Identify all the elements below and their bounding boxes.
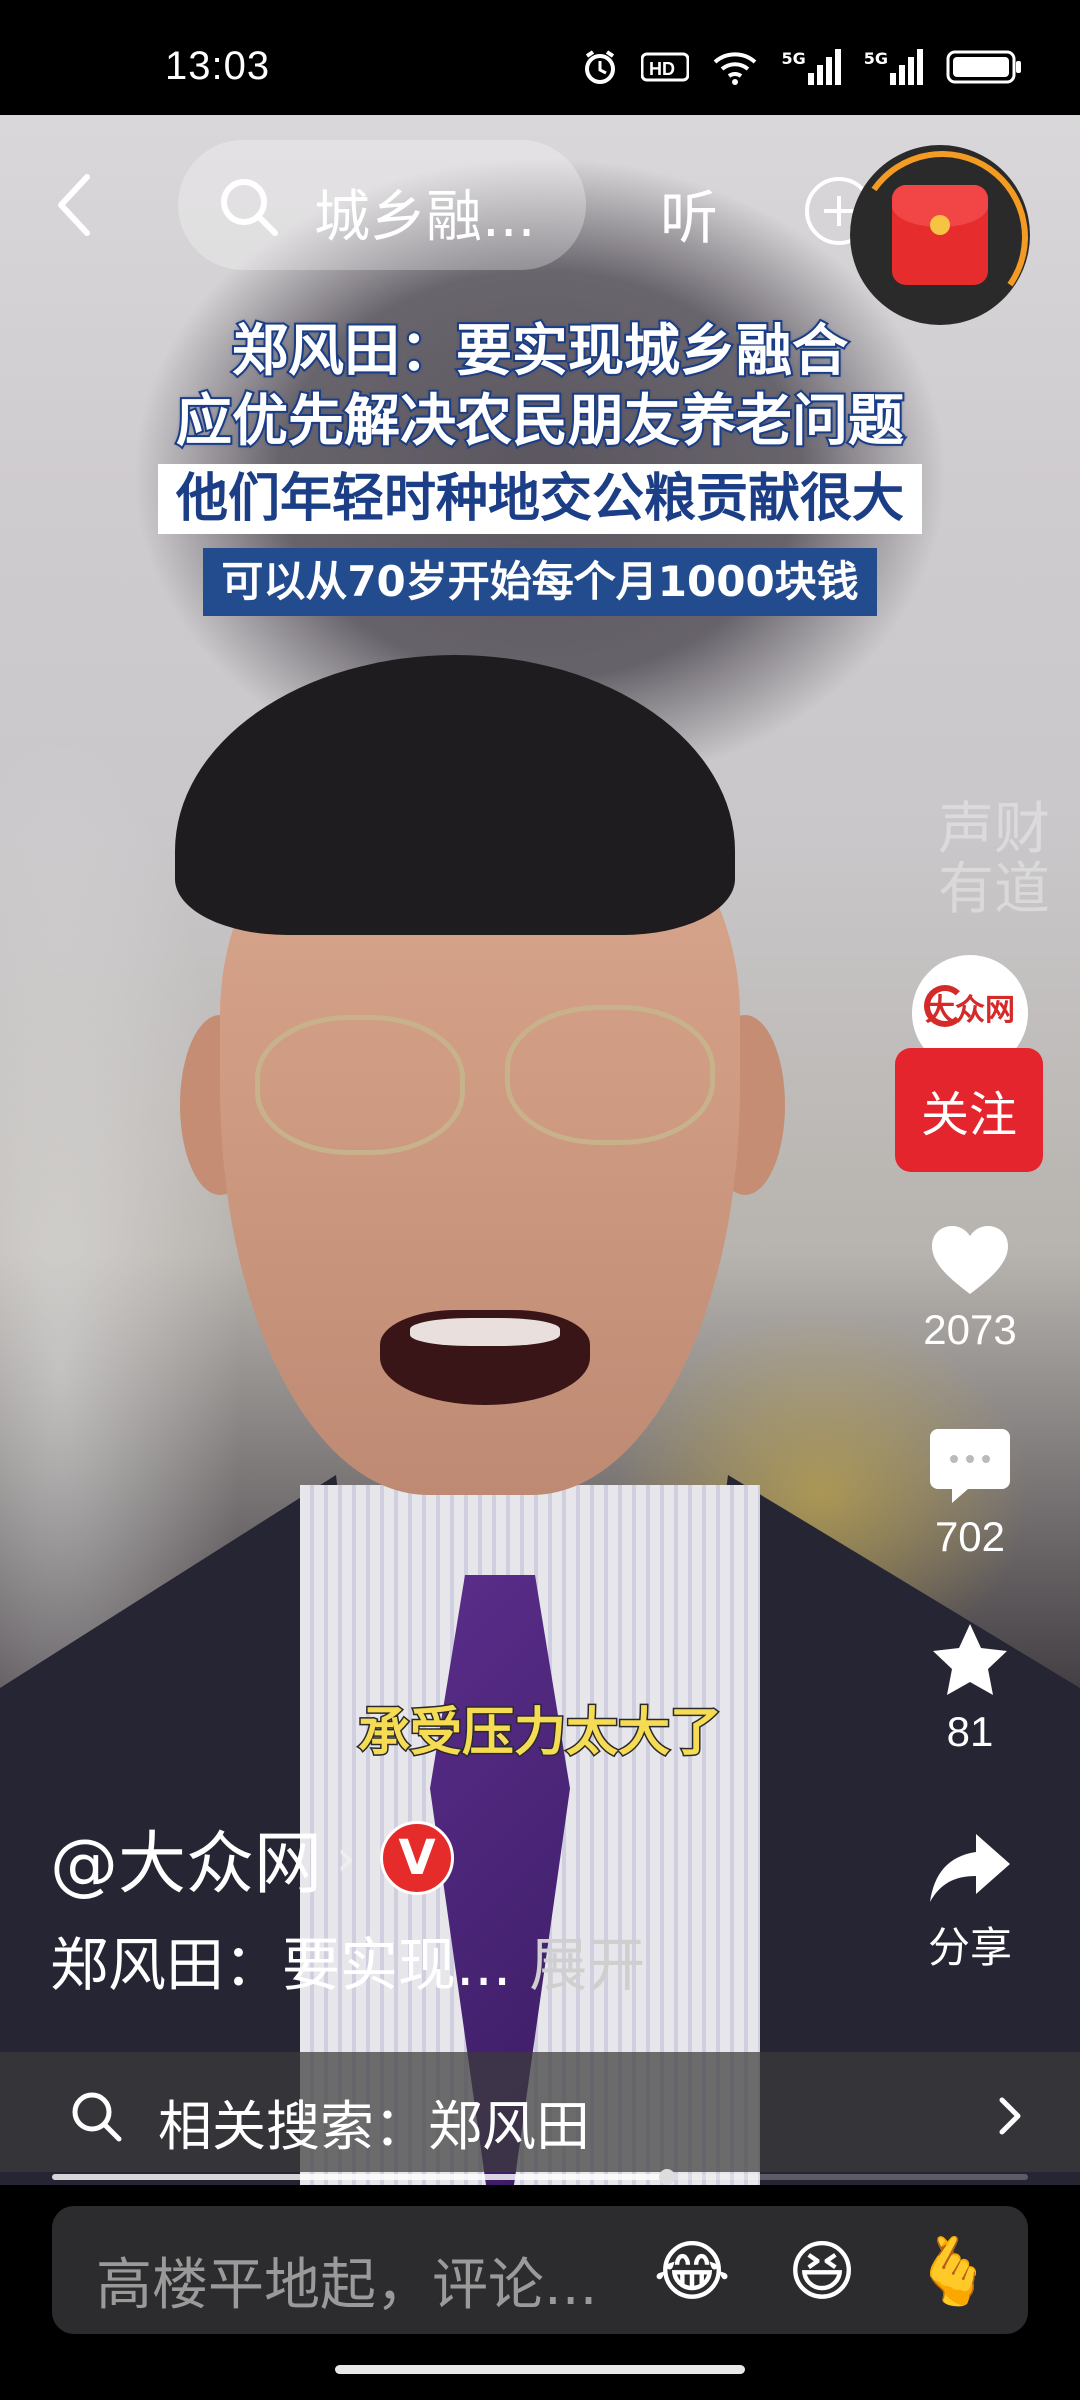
search-icon bbox=[68, 2088, 124, 2148]
favorite-button[interactable]: 81 bbox=[890, 1620, 1050, 1756]
share-button[interactable]: 分享 bbox=[890, 1830, 1050, 1975]
related-search-label: 相关搜索：郑风田 bbox=[158, 2095, 590, 2158]
search-icon bbox=[218, 176, 280, 242]
signal-5g-icon: 5G bbox=[781, 49, 841, 85]
heart-icon bbox=[932, 1226, 1008, 1294]
video-description[interactable]: 郑风田：要实现... 展开 bbox=[50, 1918, 645, 2002]
svg-text:HD: HD bbox=[649, 59, 675, 79]
video-progress-bar[interactable] bbox=[52, 2169, 1028, 2185]
headline-line-1: 郑风田：要实现城乡融合 bbox=[230, 318, 850, 386]
like-button[interactable]: 2073 bbox=[890, 1222, 1050, 1354]
wifi-icon bbox=[711, 48, 759, 86]
hd-icon: HD bbox=[641, 51, 690, 83]
comment-icon bbox=[930, 1429, 1010, 1503]
related-search-bar[interactable]: 相关搜索：郑风田 bbox=[0, 2052, 1080, 2172]
chevron-right-icon bbox=[992, 2094, 1028, 2142]
signal-5g-icon-2: 5G bbox=[864, 49, 924, 85]
comment-count: 702 bbox=[934, 1513, 1006, 1560]
back-button[interactable] bbox=[45, 165, 105, 245]
progress-handle[interactable] bbox=[658, 2169, 675, 2185]
share-arrow-icon bbox=[930, 1834, 1010, 1902]
headline-line-3: 他们年轻时种地交公粮贡献很大 bbox=[157, 464, 922, 534]
grinning-emoji-icon[interactable]: 😆 bbox=[782, 2232, 862, 2312]
progress-fill bbox=[52, 2174, 667, 2180]
bottom-comment-bar: 高楼平地起，评论... 😂 😆 🫰 bbox=[0, 2185, 1080, 2400]
description-text: 郑风田：要实现... bbox=[50, 1931, 512, 1999]
home-indicator bbox=[335, 2365, 745, 2374]
red-packet-reward-button[interactable] bbox=[842, 137, 1042, 337]
author-row[interactable]: @大众网 › bbox=[50, 1808, 455, 1907]
search-query: 城乡融... bbox=[314, 185, 536, 250]
comment-placeholder: 高楼平地起，评论... bbox=[96, 2253, 598, 2318]
alarm-icon bbox=[581, 48, 619, 86]
chevron-right-icon: › bbox=[336, 1828, 357, 1887]
comment-button[interactable]: 702 bbox=[890, 1425, 1050, 1561]
search-bar[interactable]: 城乡融... bbox=[178, 140, 586, 270]
avatar-logo-text: 大众网 bbox=[925, 993, 1015, 1028]
finger-heart-emoji-icon[interactable]: 🫰 bbox=[912, 2232, 994, 2312]
share-label: 分享 bbox=[927, 1924, 1012, 1971]
verified-badge-icon bbox=[380, 1820, 455, 1895]
listen-button[interactable]: 听 bbox=[660, 171, 718, 255]
star-icon bbox=[933, 1624, 1007, 1695]
watermark: 声财 有道 bbox=[938, 797, 1050, 922]
expand-link[interactable]: 展开 bbox=[529, 1931, 645, 1999]
laughing-tears-emoji-icon[interactable]: 😂 bbox=[652, 2232, 732, 2312]
author-name: @大众网 bbox=[50, 1825, 323, 1904]
clock: 13:03 bbox=[165, 44, 271, 88]
comment-input[interactable]: 高楼平地起，评论... 😂 😆 🫰 bbox=[52, 2206, 1028, 2334]
favorite-count: 81 bbox=[946, 1708, 994, 1755]
chevron-left-icon bbox=[58, 174, 90, 236]
status-icons: HD 5G 5G bbox=[581, 48, 1022, 86]
status-bar: 13:03 HD 5G 5G bbox=[0, 0, 1080, 115]
video-headline: 郑风田：要实现城乡融合 应优先解决农民朋友养老问题 他们年轻时种地交公粮贡献很大… bbox=[0, 318, 1080, 616]
follow-button[interactable]: 关注 bbox=[895, 1048, 1043, 1172]
like-count: 2073 bbox=[923, 1306, 1017, 1353]
red-envelope-icon bbox=[892, 185, 988, 285]
headline-line-4: 可以从70岁开始每个月1000块钱 bbox=[203, 548, 877, 616]
battery-icon bbox=[946, 49, 1022, 85]
headline-line-2: 应优先解决农民朋友养老问题 bbox=[174, 388, 906, 456]
